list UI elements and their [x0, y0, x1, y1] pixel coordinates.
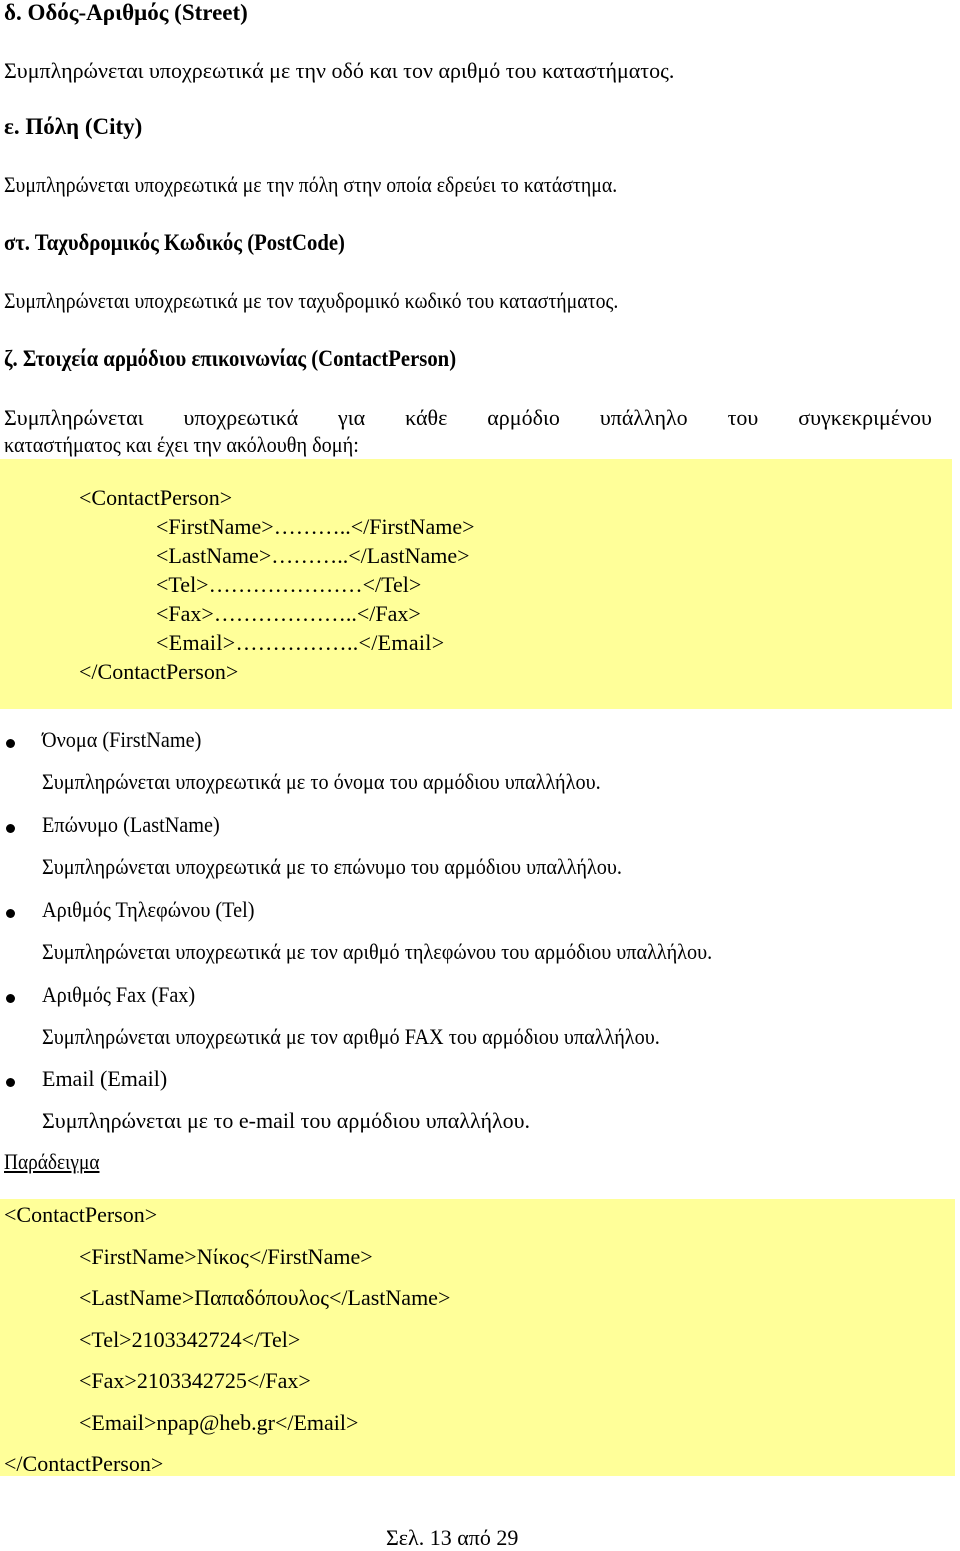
structure-code-block: <ContactPerson> <FirstName>………..</FirstN…	[0, 459, 952, 709]
list-item-desc: Συμπληρώνεται υποχρεωτικά με το επώνυμο …	[42, 854, 623, 879]
list-item-title: Επώνυμο (LastName)	[42, 812, 220, 837]
example-field-firstname: <FirstName>Νίκος</FirstName>	[79, 1244, 373, 1269]
example-open-tag: <ContactPerson>	[4, 1202, 158, 1227]
example-close-tag: </ContactPerson>	[4, 1451, 164, 1476]
example-label: Παράδειγμα	[4, 1149, 100, 1174]
code-field-tel: <Tel>…………………</Tel>	[156, 572, 422, 597]
bullet-icon	[6, 909, 15, 918]
word: για	[338, 405, 366, 430]
example-code-block: <ContactPerson> <FirstName>Νίκος</FirstN…	[0, 1199, 955, 1476]
word: του	[727, 405, 759, 430]
text-city: Συμπληρώνεται υποχρεωτικά με την πόλη στ…	[4, 172, 618, 197]
heading-street: δ. Οδός-Αριθμός (Street)	[4, 0, 248, 25]
list-item-title: Όνομα (FirstName)	[42, 727, 202, 752]
word: υπάλληλο	[599, 405, 688, 430]
code-open-tag: <ContactPerson>	[79, 485, 233, 510]
word: συγκεκριμένου	[798, 405, 932, 430]
list-item-title: Αριθμός Fax (Fax)	[42, 982, 196, 1007]
word: αρμόδιο	[487, 405, 560, 430]
example-field-fax: <Fax>2103342725</Fax>	[79, 1368, 311, 1393]
list-item-title: Email (Email)	[42, 1066, 168, 1091]
heading-postcode: στ. Ταχυδρομικός Κωδικός (PostCode)	[4, 230, 345, 255]
example-field-tel: <Tel>2103342724</Tel>	[79, 1327, 301, 1352]
word: Συμπληρώνεται	[4, 405, 144, 430]
bullet-icon	[6, 739, 15, 748]
bullet-icon	[6, 994, 15, 1003]
example-field-lastname: <LastName>Παπαδόπουλος</LastName>	[79, 1285, 451, 1310]
bullet-icon	[6, 1078, 15, 1087]
code-field-email: <Email>……………..</Email>	[156, 630, 445, 655]
heading-city: ε. Πόλη (City)	[4, 114, 143, 139]
code-field-fax: <Fax>………………..</Fax>	[156, 601, 421, 626]
text-postcode: Συμπληρώνεται υποχρεωτικά με τον ταχυδρο…	[4, 288, 619, 313]
list-item-desc: Συμπληρώνεται υποχρεωτικά με το όνομα το…	[42, 769, 601, 794]
page-number: Σελ. 13 από 29	[386, 1525, 519, 1550]
heading-contact-person: ζ. Στοιχεία αρμόδιου επικοινωνίας (Conta…	[4, 346, 457, 371]
list-item-desc: Συμπληρώνεται υποχρεωτικά με τον αριθμό …	[42, 1024, 660, 1049]
example-field-email: <Email>npap@heb.gr</Email>	[79, 1410, 359, 1435]
code-field-lastname: <LastName>………..</LastName>	[156, 543, 470, 568]
text-street: Συμπληρώνεται υποχρεωτικά με την οδό και…	[4, 58, 675, 83]
code-close-tag: </ContactPerson>	[79, 659, 239, 684]
text-contact-line1: Συμπληρώνεται υποχρεωτικά για κάθε αρμόδ…	[4, 405, 932, 431]
list-item-desc: Συμπληρώνεται με το e-mail του αρμόδιου …	[42, 1108, 531, 1133]
code-field-firstname: <FirstName>………..</FirstName>	[156, 514, 475, 539]
list-item-title: Αριθμός Τηλεφώνου (Tel)	[42, 897, 255, 922]
word: κάθε	[405, 405, 448, 430]
bullet-icon	[6, 824, 15, 833]
text-contact-line2: καταστήματος και έχει την ακόλουθη δομή:	[4, 432, 359, 457]
list-item-desc: Συμπληρώνεται υποχρεωτικά με τον αριθμό …	[42, 939, 713, 964]
word: υποχρεωτικά	[183, 405, 299, 430]
